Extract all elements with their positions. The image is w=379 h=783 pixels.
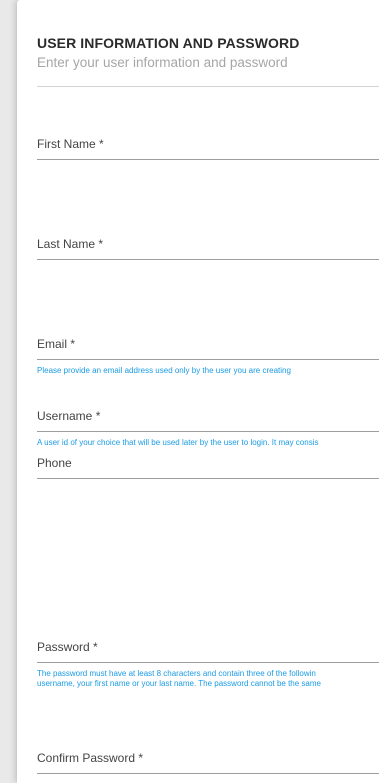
password-help-line-1: The password must have at least 8 charac… — [37, 669, 316, 678]
section-title: USER INFORMATION AND PASSWORD — [37, 35, 300, 51]
header-divider — [37, 86, 379, 87]
password-field: Password * The password must have at lea… — [37, 640, 379, 688]
phone-input[interactable] — [37, 478, 379, 479]
email-label: Email * — [37, 337, 76, 351]
first-name-field: First Name * — [37, 137, 379, 160]
password-label: Password * — [37, 640, 98, 654]
username-field: Username * A user id of your choice that… — [37, 409, 379, 448]
phone-field: Phone — [37, 456, 379, 479]
last-name-field: Last Name * — [37, 237, 379, 260]
user-info-card: USER INFORMATION AND PASSWORD Enter your… — [17, 0, 379, 783]
password-help-text: The password must have at least 8 charac… — [37, 669, 379, 688]
email-input[interactable] — [37, 359, 379, 360]
section-subtitle: Enter your user information and password — [37, 55, 288, 70]
last-name-input[interactable] — [37, 259, 379, 260]
confirm-password-input[interactable] — [37, 773, 379, 774]
first-name-input[interactable] — [37, 159, 379, 160]
first-name-label: First Name * — [37, 137, 104, 151]
username-help-text: A user id of your choice that will be us… — [37, 438, 319, 447]
email-field: Email * Please provide an email address … — [37, 337, 379, 376]
section-header: USER INFORMATION AND PASSWORD Enter your… — [37, 35, 379, 70]
username-label: Username * — [37, 409, 101, 423]
password-help-line-2: username, your first name or your last n… — [37, 678, 321, 688]
email-help-text: Please provide an email address used onl… — [37, 366, 291, 375]
last-name-label: Last Name * — [37, 237, 104, 251]
confirm-password-label: Confirm Password * — [37, 751, 144, 765]
phone-label: Phone — [37, 456, 72, 470]
username-input[interactable] — [37, 431, 379, 432]
password-input[interactable] — [37, 662, 379, 663]
confirm-password-field: Confirm Password * — [37, 751, 379, 774]
